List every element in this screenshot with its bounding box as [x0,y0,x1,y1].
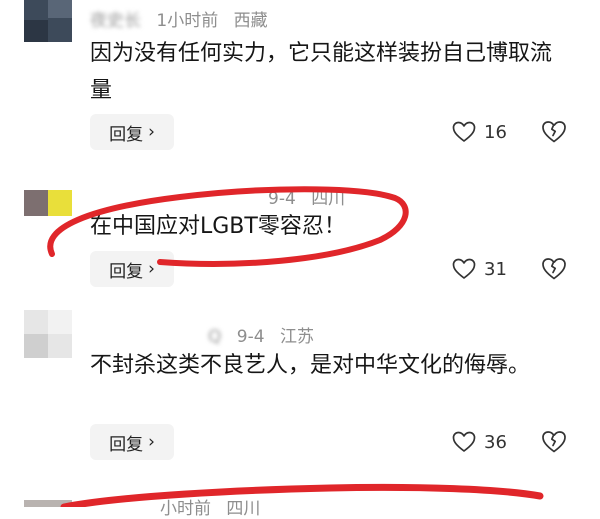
like-count: 16 [484,121,507,143]
heart-outline-icon [452,431,476,452]
comment-location: 四川 [311,189,346,209]
like-button[interactable]: 16 [452,117,507,147]
chevron-right-icon: › [148,122,155,142]
reply-label: 回复 [109,124,144,145]
like-count: 31 [484,258,507,280]
comment-text: 因为没有任何实力，它只能这样装扮自己博取流量 [90,41,553,103]
reply-button[interactable]: 回复 › [90,424,174,460]
avatar[interactable] [24,500,72,507]
like-count: 36 [484,431,507,453]
dislike-button[interactable] [541,120,567,148]
reply-label: 回复 [109,261,144,282]
comment-text: 不封杀这类不良艺人，是对中华文化的侮辱。 [90,353,531,378]
broken-heart-icon [542,121,566,143]
broken-heart-icon [542,431,566,453]
comment-time: 9-4 [268,189,296,209]
like-button[interactable]: 36 [452,427,507,457]
comment-time: 1小时前 [156,11,219,31]
reply-button[interactable]: 回复 › [90,114,174,150]
red-bottom-stroke [60,483,544,507]
commenter-name[interactable]: Q [208,327,221,347]
like-button[interactable]: 31 [452,254,507,284]
comment-meta: Q 9-4 江苏 [208,322,314,347]
avatar[interactable] [24,310,72,358]
dislike-button[interactable] [541,257,567,285]
reply-button[interactable]: 回复 › [90,251,174,287]
heart-outline-icon [452,258,476,279]
chevron-right-icon: › [148,432,155,452]
comment-meta: 9-4 四川 [258,184,345,209]
avatar[interactable] [24,0,72,42]
comment-meta: 夜史长 1小时前 西藏 [90,6,268,31]
comment-time: 小时前 [160,499,211,519]
reply-label: 回复 [109,434,144,455]
comment-location: 西藏 [233,11,268,31]
comment-time: 9-4 [236,327,265,347]
chevron-right-icon: › [148,259,155,279]
comment-text: 在中国应对LGBT零容忍！ [90,214,346,239]
dislike-button[interactable] [541,430,567,458]
broken-heart-icon [542,258,566,280]
comment-location: 江苏 [279,327,314,347]
avatar[interactable] [24,190,72,216]
heart-outline-icon [452,121,476,142]
commenter-name[interactable]: 夜史长 [90,11,141,31]
comment-location: 四川 [226,499,261,519]
